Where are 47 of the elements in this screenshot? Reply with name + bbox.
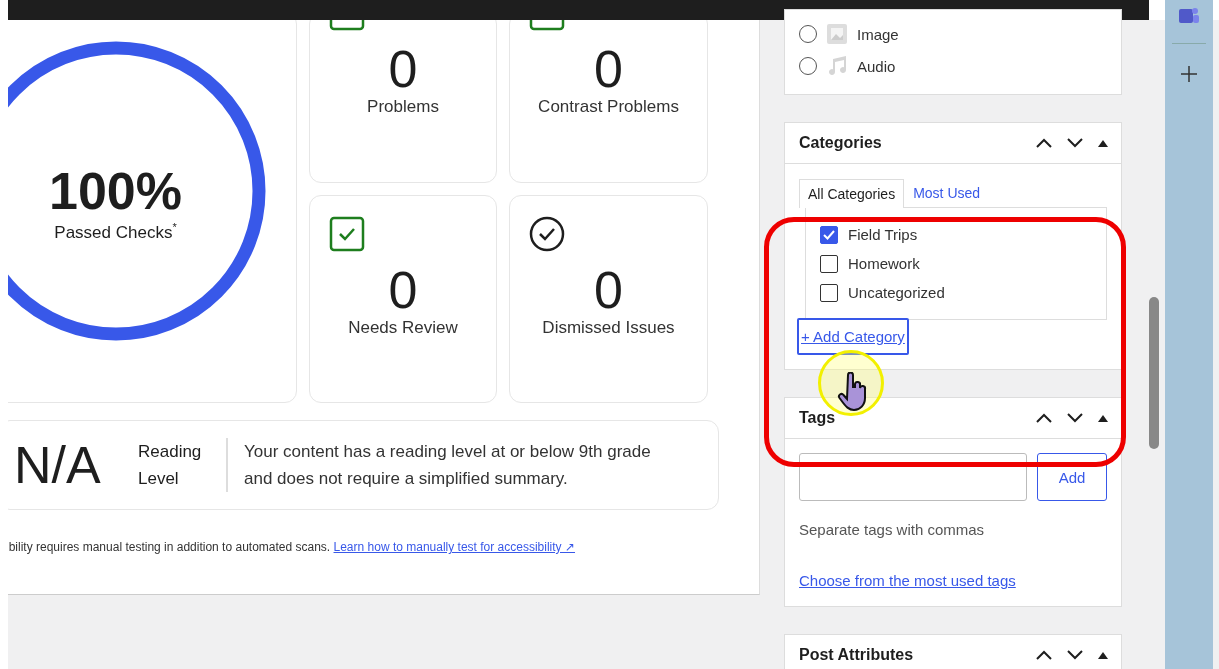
move-up-icon[interactable] — [1035, 412, 1053, 424]
category-label: Field Trips — [848, 226, 918, 243]
most-used-tags-link[interactable]: Choose from the most used tags — [799, 572, 1016, 589]
add-tag-button[interactable]: Add — [1037, 453, 1107, 501]
collapse-icon[interactable] — [1097, 138, 1109, 148]
stat-label: Problems — [367, 97, 439, 117]
stat-label: Dismissed Issues — [542, 318, 675, 338]
check-circle-icon — [529, 216, 565, 252]
reading-level-label: Reading Level — [124, 438, 228, 492]
music-note-icon — [826, 55, 848, 77]
checkbox[interactable] — [820, 254, 838, 273]
panel-title: Tags — [799, 409, 836, 427]
move-up-icon[interactable] — [1035, 649, 1053, 661]
format-option-label: Image — [857, 25, 899, 43]
reading-level-value: N/A — [13, 435, 102, 495]
stat-value: 0 — [388, 262, 418, 318]
scrollbar-thumb[interactable] — [1149, 297, 1159, 449]
score-label: Passed Checks$^{*}$ — [53, 220, 178, 243]
category-tab[interactable]: Most Used — [904, 178, 990, 207]
image-icon — [826, 23, 848, 45]
collapse-icon[interactable] — [1097, 650, 1109, 660]
category-tab[interactable]: All Categories — [799, 179, 905, 208]
move-down-icon[interactable] — [1066, 137, 1084, 149]
move-down-icon[interactable] — [1066, 649, 1084, 661]
format-option-label: Audio — [857, 57, 896, 75]
move-down-icon[interactable] — [1066, 412, 1084, 424]
collapse-icon[interactable] — [1097, 413, 1109, 423]
panel-title: Categories — [799, 134, 882, 152]
tag-input-field[interactable] — [799, 453, 1027, 501]
category-label: Uncategorized — [848, 284, 945, 301]
checkbox[interactable] — [820, 283, 838, 302]
accessibility-link[interactable]: Learn how to manually test for accessibility ↗ — [333, 540, 575, 554]
stat-label: Needs Review — [348, 318, 458, 338]
move-up-icon[interactable] — [1035, 137, 1053, 149]
add-category-link[interactable]: + Add Category — [797, 318, 909, 355]
tags-help-text: Separate tags with commas — [799, 521, 986, 538]
reading-level-message: Your content has a reading level at or below 9th grade and does not require a simplified summary. — [243, 441, 652, 490]
stat-label: Contrast Problems — [538, 97, 679, 117]
plus-icon[interactable] — [1179, 64, 1199, 84]
stat-value: 0 — [388, 41, 418, 97]
score-value: 100% — [49, 160, 182, 221]
panel-title: Post Attributes — [799, 646, 914, 664]
check-square-icon — [329, 216, 365, 252]
checkbox[interactable] — [820, 225, 838, 244]
stat-value: 0 — [594, 262, 623, 318]
category-label: Homework — [848, 255, 920, 272]
stat-value: 0 — [594, 41, 623, 97]
